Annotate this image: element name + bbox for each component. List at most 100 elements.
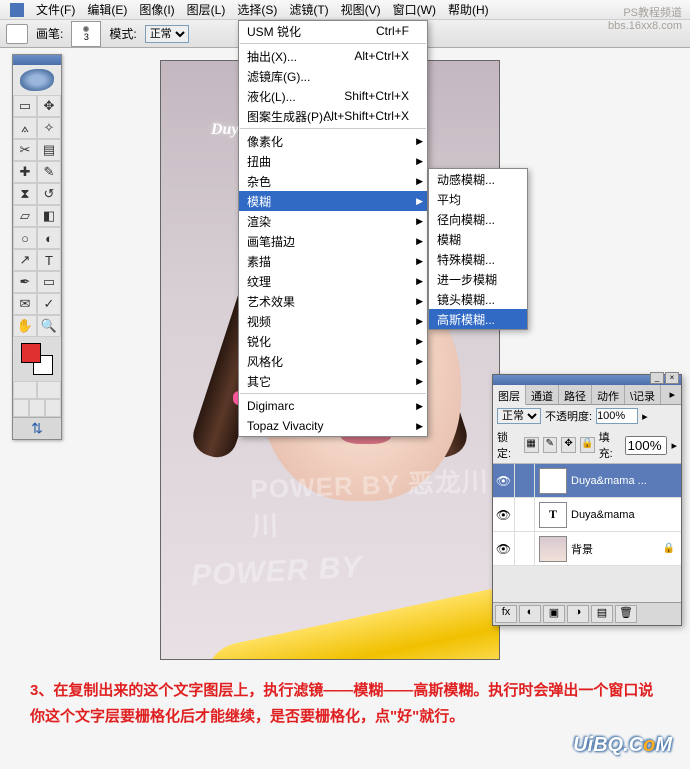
tool-heal[interactable]: ✚: [13, 161, 37, 183]
tool-pen[interactable]: ✒: [13, 271, 37, 293]
layer-row[interactable]: 👁 T Duya&mama ...: [493, 464, 681, 498]
delete-layer-button[interactable]: 🗑: [615, 605, 637, 623]
menuitem-pixelate[interactable]: 像素化▶: [239, 131, 427, 151]
tool-hand[interactable]: ✋: [13, 315, 37, 337]
menuitem-distort[interactable]: 扭曲▶: [239, 151, 427, 171]
tool-brush[interactable]: ✎: [37, 161, 61, 183]
tool-preset-picker[interactable]: [6, 24, 28, 44]
opacity-arrow-icon[interactable]: ▸: [642, 410, 648, 423]
menuitem-blur-basic[interactable]: 模糊: [429, 229, 527, 249]
menu-window[interactable]: 窗口(W): [387, 0, 442, 20]
panel-titlebar[interactable]: _ ×: [493, 375, 681, 385]
layer-blend-select[interactable]: 正常: [497, 408, 541, 424]
tool-notes[interactable]: ✉: [13, 293, 37, 315]
tool-crop[interactable]: ✂: [13, 139, 37, 161]
menuitem-average[interactable]: 平均: [429, 189, 527, 209]
tool-lasso[interactable]: ⟑: [13, 117, 37, 139]
tab-paths[interactable]: 路径: [559, 385, 592, 404]
tool-zoom[interactable]: 🔍: [37, 315, 61, 337]
blend-mode-select[interactable]: 正常: [145, 25, 189, 43]
menuitem-other[interactable]: 其它▶: [239, 371, 427, 391]
menu-view[interactable]: 视图(V): [335, 0, 387, 20]
menu-layer[interactable]: 图层(L): [181, 0, 232, 20]
lock-pixels[interactable]: ✎: [543, 437, 558, 453]
tool-marquee[interactable]: ▭: [13, 95, 37, 117]
tool-shape[interactable]: ▭: [37, 271, 61, 293]
screen-full[interactable]: [45, 399, 61, 417]
fill-arrow-icon[interactable]: ▸: [671, 439, 677, 452]
menuitem-lens-blur[interactable]: 镜头模糊...: [429, 289, 527, 309]
tab-layers[interactable]: 图层: [493, 385, 526, 405]
visibility-toggle[interactable]: 👁: [493, 498, 515, 532]
layer-row[interactable]: 👁 背景 🔒: [493, 532, 681, 566]
tool-gradient[interactable]: ◧: [37, 205, 61, 227]
lock-all[interactable]: 🔒: [580, 437, 595, 453]
menuitem-liquify[interactable]: 液化(L)...Shift+Ctrl+X: [239, 86, 427, 106]
brush-picker[interactable]: 3: [71, 21, 101, 47]
layer-name[interactable]: Duya&mama: [571, 509, 635, 521]
menuitem-last-filter[interactable]: USM 锐化Ctrl+F: [239, 21, 427, 41]
menu-help[interactable]: 帮助(H): [442, 0, 495, 20]
foreground-color[interactable]: [21, 343, 41, 363]
adjustment-layer-button[interactable]: ◑: [567, 605, 589, 623]
tool-slice[interactable]: ▤: [37, 139, 61, 161]
menu-select[interactable]: 选择(S): [231, 0, 283, 20]
color-swatches[interactable]: [17, 341, 57, 377]
tool-blur[interactable]: ○: [13, 227, 37, 249]
fill-input[interactable]: [625, 436, 667, 455]
lock-position[interactable]: ✥: [561, 437, 576, 453]
menuitem-brushstrokes[interactable]: 画笔描边▶: [239, 231, 427, 251]
menuitem-sketch[interactable]: 素描▶: [239, 251, 427, 271]
tool-history[interactable]: ↺: [37, 183, 61, 205]
panel-minimize[interactable]: _: [650, 372, 664, 384]
menuitem-texture[interactable]: 纹理▶: [239, 271, 427, 291]
menuitem-stylize[interactable]: 风格化▶: [239, 351, 427, 371]
menuitem-topaz[interactable]: Topaz Vivacity▶: [239, 416, 427, 436]
menuitem-radial-blur[interactable]: 径向模糊...: [429, 209, 527, 229]
visibility-toggle[interactable]: 👁: [493, 532, 515, 566]
menu-file[interactable]: 文件(F): [30, 0, 81, 20]
tab-history[interactable]: \记录: [625, 385, 661, 404]
menuitem-sharpen[interactable]: 锐化▶: [239, 331, 427, 351]
menuitem-blur-more[interactable]: 进一步模糊: [429, 269, 527, 289]
menuitem-smart-blur[interactable]: 特殊模糊...: [429, 249, 527, 269]
layer-mask-button[interactable]: ◐: [519, 605, 541, 623]
panel-menu-icon[interactable]: ▸: [663, 385, 681, 404]
link-toggle[interactable]: [515, 464, 535, 498]
new-layer-button[interactable]: ▤: [591, 605, 613, 623]
tool-eraser[interactable]: ▱: [13, 205, 37, 227]
menu-edit[interactable]: 编辑(E): [81, 0, 133, 20]
panel-close[interactable]: ×: [665, 372, 679, 384]
screen-standard[interactable]: [13, 399, 29, 417]
quickmask-mode[interactable]: [37, 381, 61, 399]
jump-to-imageready[interactable]: ⇅: [13, 417, 61, 439]
menuitem-render[interactable]: 渲染▶: [239, 211, 427, 231]
tool-type[interactable]: T: [37, 249, 61, 271]
menuitem-artistic[interactable]: 艺术效果▶: [239, 291, 427, 311]
link-toggle[interactable]: [515, 498, 535, 532]
menuitem-noise[interactable]: 杂色▶: [239, 171, 427, 191]
tool-move[interactable]: ✥: [37, 95, 61, 117]
menuitem-filter-gallery[interactable]: 滤镜库(G)...: [239, 66, 427, 86]
menuitem-extract[interactable]: 抽出(X)...Alt+Ctrl+X: [239, 46, 427, 66]
tool-wand[interactable]: ✧: [37, 117, 61, 139]
lock-transparent[interactable]: ▦: [524, 437, 539, 453]
menuitem-gaussian-blur[interactable]: 高斯模糊...: [429, 309, 527, 329]
link-toggle[interactable]: [515, 532, 535, 566]
menuitem-pattern-maker[interactable]: 图案生成器(P)...Alt+Shift+Ctrl+X: [239, 106, 427, 126]
menuitem-blur[interactable]: 模糊▶: [239, 191, 427, 211]
tool-dodge[interactable]: ◐: [37, 227, 61, 249]
layer-name[interactable]: Duya&mama ...: [571, 475, 647, 487]
opacity-input[interactable]: [596, 408, 638, 424]
tool-stamp[interactable]: ⧗: [13, 183, 37, 205]
menu-image[interactable]: 图像(I): [133, 0, 180, 20]
menuitem-video[interactable]: 视频▶: [239, 311, 427, 331]
toolbox-handle[interactable]: [13, 55, 61, 65]
tab-channels[interactable]: 通道: [526, 385, 559, 404]
visibility-toggle[interactable]: 👁: [493, 464, 515, 498]
standard-mode[interactable]: [13, 381, 37, 399]
tool-path[interactable]: ↗: [13, 249, 37, 271]
layer-style-button[interactable]: fx: [495, 605, 517, 623]
menu-filter[interactable]: 滤镜(T): [283, 0, 334, 20]
new-set-button[interactable]: ▣: [543, 605, 565, 623]
